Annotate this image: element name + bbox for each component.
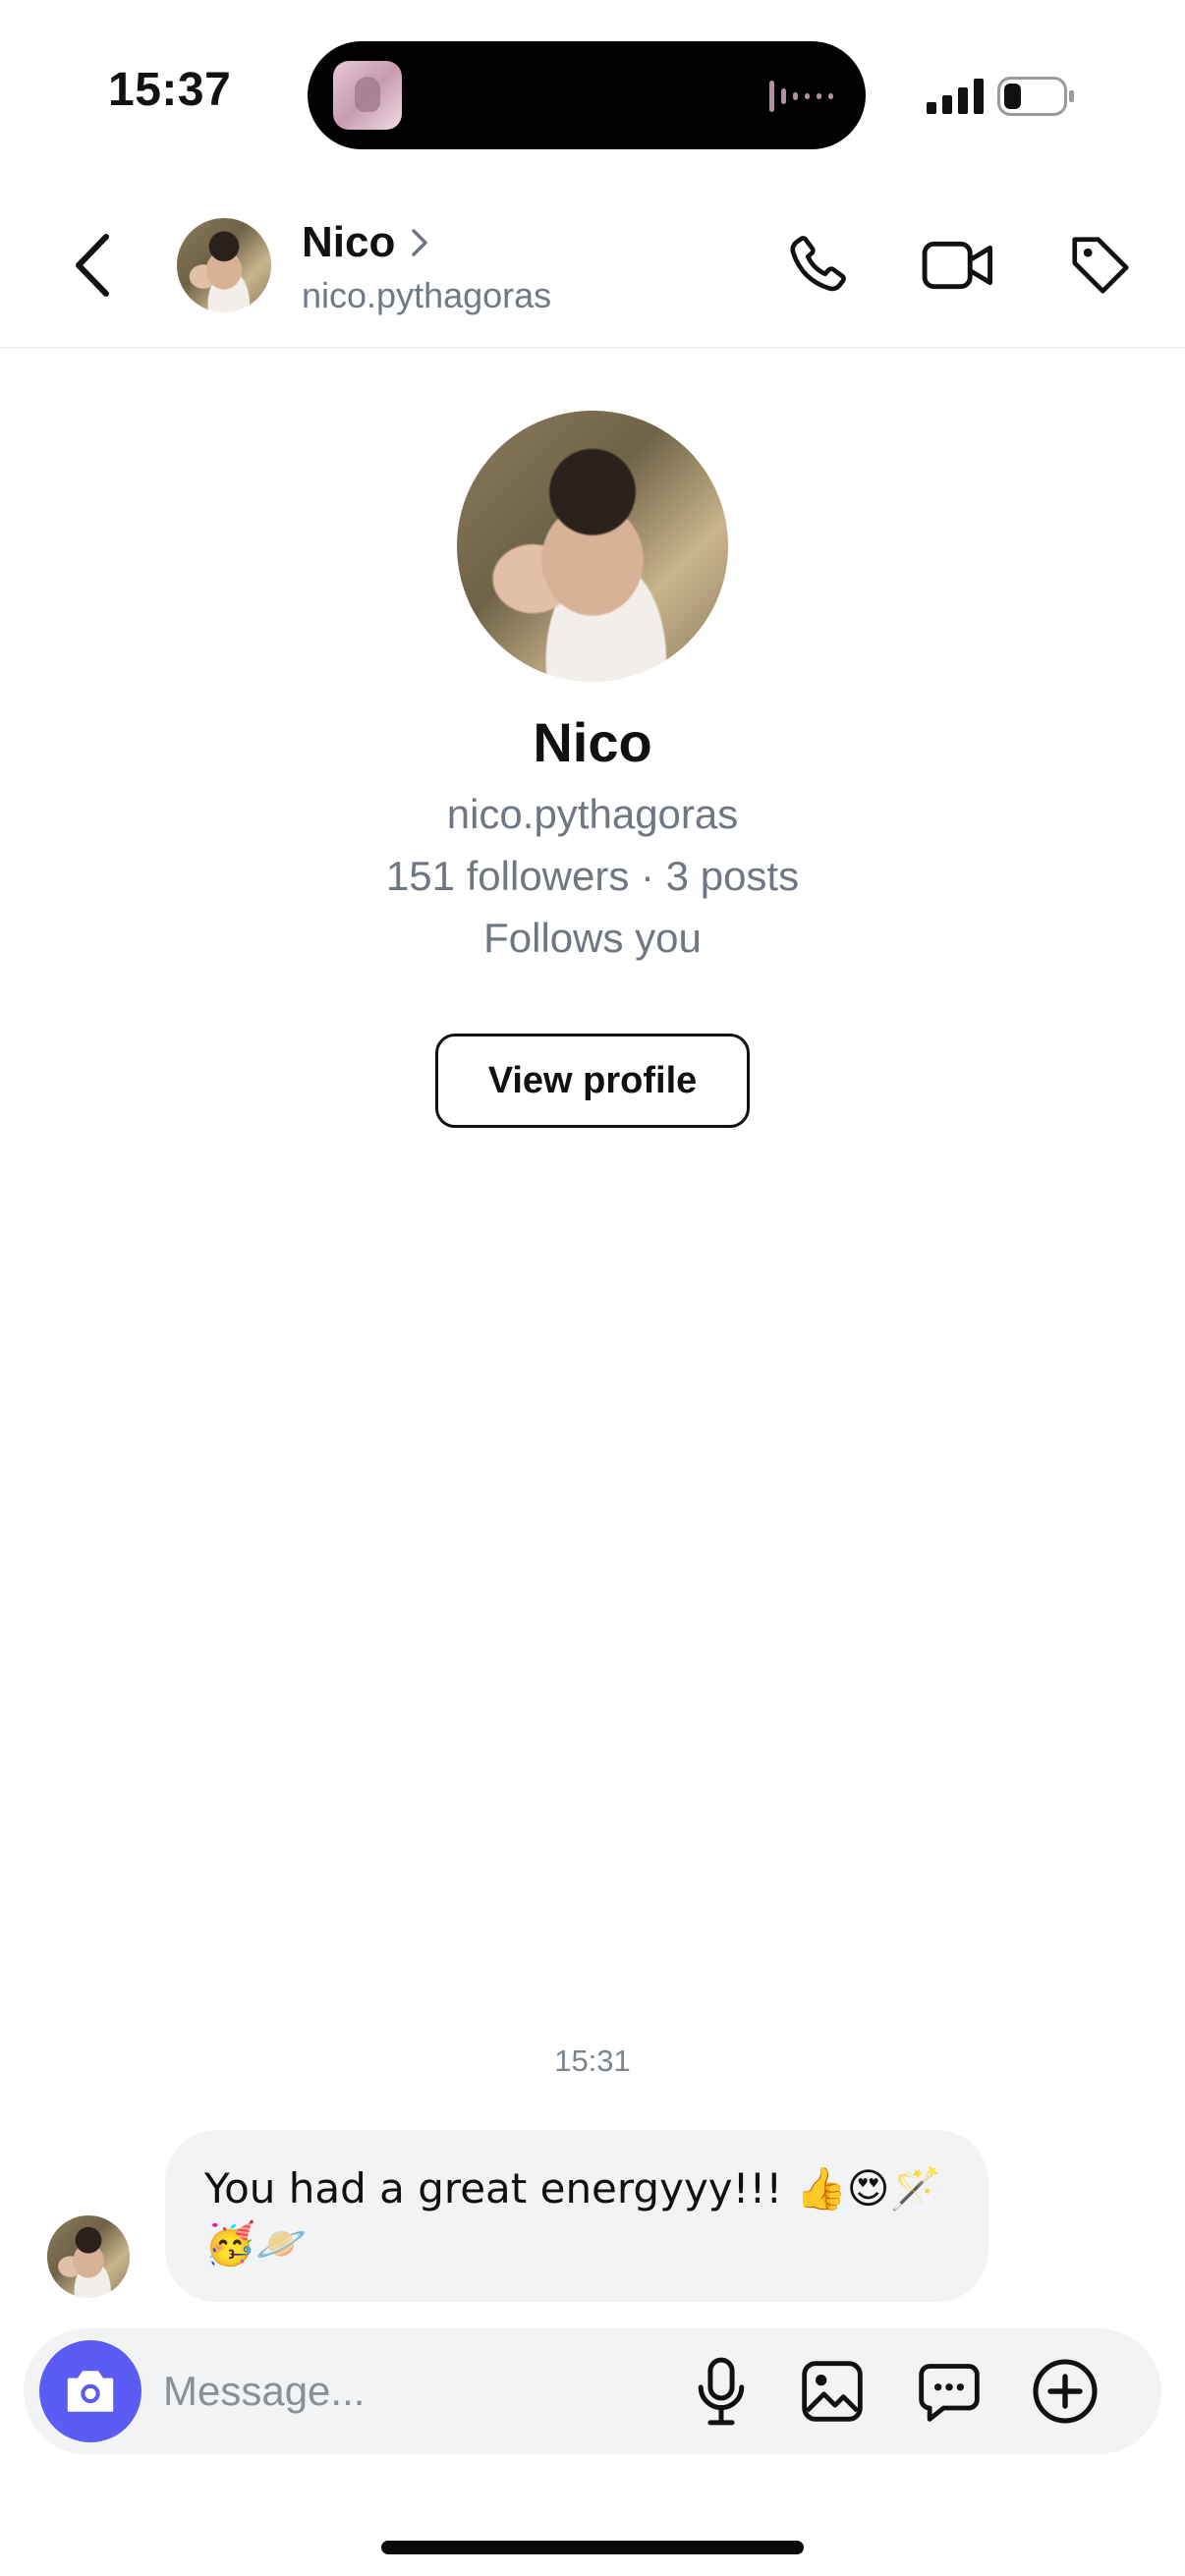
chevron-right-icon bbox=[412, 229, 428, 256]
follows-you-label: Follows you bbox=[483, 915, 702, 961]
header-username: nico.pythagoras bbox=[302, 275, 552, 315]
tag-icon bbox=[1072, 237, 1129, 294]
camera-button[interactable] bbox=[39, 2340, 141, 2442]
cellular-signal-icon bbox=[927, 79, 984, 114]
home-indicator[interactable] bbox=[381, 2541, 804, 2554]
chat-header: Nico nico.pythagoras bbox=[0, 177, 1185, 349]
message-bubble[interactable]: You had a great energyyy!!! 👍😍🪄🥳🪐 bbox=[165, 2130, 988, 2302]
status-time: 15:37 bbox=[108, 64, 232, 116]
battery-icon bbox=[997, 77, 1074, 116]
header-avatar[interactable] bbox=[177, 218, 271, 312]
gallery-button[interactable] bbox=[793, 2352, 872, 2431]
gallery-icon bbox=[802, 2361, 863, 2422]
view-profile-button[interactable]: View profile bbox=[435, 1034, 750, 1128]
message-timestamp: 15:31 bbox=[554, 2044, 631, 2078]
back-button[interactable] bbox=[63, 226, 122, 305]
add-circle-icon bbox=[1033, 2359, 1098, 2424]
voice-message-button[interactable] bbox=[682, 2352, 761, 2431]
profile-stats: 151 followers · 3 posts bbox=[385, 853, 800, 899]
chat-screen: 15:37 Nico nico.pythagoras Nico nico.pyt… bbox=[0, 0, 1185, 2576]
voice-call-button[interactable] bbox=[779, 228, 854, 303]
message-text: You had a great energyyy!!! 👍😍🪄🥳🪐 bbox=[204, 2164, 941, 2268]
message-input[interactable] bbox=[163, 2352, 674, 2431]
header-name: Nico bbox=[302, 218, 396, 266]
microphone-icon bbox=[698, 2357, 745, 2426]
audio-waveform-icon bbox=[769, 81, 833, 112]
now-playing-app-icon bbox=[333, 61, 402, 130]
message-composer bbox=[24, 2328, 1161, 2454]
video-call-button[interactable] bbox=[921, 228, 995, 303]
add-attachment-button[interactable] bbox=[1026, 2352, 1104, 2431]
chat-bubble-icon bbox=[919, 2364, 980, 2422]
camera-icon bbox=[67, 2371, 114, 2412]
header-name-link[interactable]: Nico bbox=[302, 218, 428, 267]
back-chevron-icon bbox=[76, 234, 109, 297]
profile-username: nico.pythagoras bbox=[446, 791, 739, 837]
tag-button[interactable] bbox=[1063, 228, 1138, 303]
video-camera-icon bbox=[922, 241, 993, 290]
phone-icon bbox=[790, 236, 846, 292]
sticker-chat-button[interactable] bbox=[910, 2352, 988, 2431]
sender-avatar[interactable] bbox=[47, 2215, 130, 2298]
profile-name: Nico bbox=[533, 711, 652, 773]
profile-avatar[interactable] bbox=[457, 411, 728, 682]
dynamic-island[interactable] bbox=[308, 41, 866, 149]
